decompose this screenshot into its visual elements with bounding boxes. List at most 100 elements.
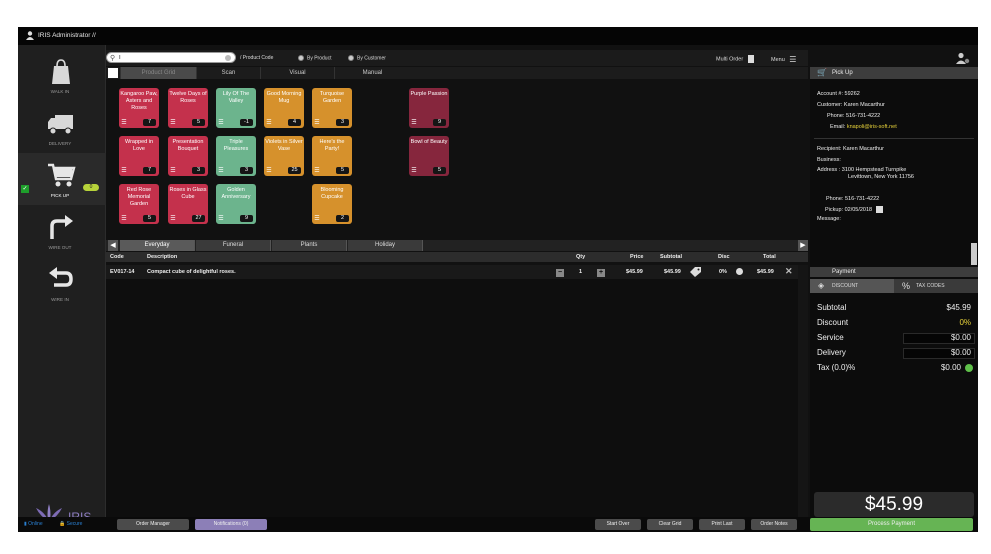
list-icon[interactable]: ☰: [218, 168, 224, 174]
tab-everyday[interactable]: Everyday: [120, 240, 195, 251]
list-icon[interactable]: ☰: [411, 120, 417, 126]
product-tile[interactable]: Triple Pleasures ☰ 3: [216, 136, 256, 176]
grand-total: $45.99: [814, 492, 974, 517]
menu-button[interactable]: Menu ☰: [771, 55, 796, 64]
list-icon[interactable]: ☰: [121, 216, 127, 222]
scroll-left-icon[interactable]: ◀: [108, 240, 118, 251]
tab-plants[interactable]: Plants: [272, 240, 347, 251]
secure-status: 🔒 Secure: [59, 521, 83, 527]
product-name: Roses in Glass Cube: [169, 187, 207, 200]
list-icon[interactable]: ☰: [314, 216, 320, 222]
app-window: IRIS Administrator // WALK IN DELIVERY ✓…: [18, 27, 978, 532]
search-mode-label: / Product Code: [240, 55, 274, 61]
col-disc: Disc: [718, 254, 730, 260]
nav-delivery[interactable]: DELIVERY: [18, 101, 106, 153]
by-product-radio[interactable]: By Product: [298, 55, 331, 61]
nav-wire-out[interactable]: WIRE OUT: [18, 205, 106, 257]
multi-order-label: Multi Order: [716, 56, 744, 63]
product-tile[interactable]: Twelve Days of Roses ☰ 5: [168, 88, 208, 128]
product-tile[interactable]: Here's the Party! ☰ 5: [312, 136, 352, 176]
list-icon[interactable]: ☰: [218, 120, 224, 126]
stock-count: 25: [288, 167, 301, 174]
list-icon[interactable]: ☰: [121, 120, 127, 126]
price-tag-icon[interactable]: [689, 267, 701, 277]
list-icon[interactable]: ☰: [314, 168, 320, 174]
calendar-icon[interactable]: [875, 206, 883, 213]
search-input[interactable]: [118, 53, 218, 62]
product-tile[interactable]: Presentation Bouquet ☰ 3: [168, 136, 208, 176]
nav-walk-in[interactable]: WALK IN: [18, 49, 106, 101]
right-panel: 🛒 Pick Up Account #: 59262 Customer: Kar…: [810, 67, 978, 517]
notifications-button[interactable]: Notifications (0): [195, 519, 267, 530]
print-last-button[interactable]: Print Last: [699, 519, 745, 530]
product-tile[interactable]: Golden Anniversary ☰ 9: [216, 184, 256, 224]
qty-decrease-button[interactable]: −: [556, 269, 564, 277]
product-tile[interactable]: Roses in Glass Cube ☰ 27: [168, 184, 208, 224]
tab-product-grid[interactable]: Product Grid: [120, 67, 196, 79]
wire-in-icon: [49, 267, 73, 287]
filter-toggle-icon[interactable]: [108, 68, 118, 78]
tab-holiday[interactable]: Holiday: [348, 240, 423, 251]
list-icon[interactable]: ☰: [170, 120, 176, 126]
discount-tab[interactable]: ◈ DISCOUNT: [810, 279, 894, 293]
list-icon[interactable]: ☰: [314, 120, 320, 126]
nav-pick-up-label: PICK UP: [50, 193, 70, 198]
list-icon[interactable]: ☰: [218, 216, 224, 222]
list-icon[interactable]: ☰: [266, 120, 272, 126]
discount-row: Discount 0%: [817, 318, 971, 327]
order-manager-button[interactable]: Order Manager: [117, 519, 189, 530]
address-line: Address : 3100 Hempstead Turnpike: [817, 167, 907, 173]
list-icon[interactable]: ☰: [266, 168, 272, 174]
tab-manual[interactable]: Manual: [334, 67, 410, 79]
list-icon[interactable]: ☰: [121, 168, 127, 174]
start-over-button[interactable]: Start Over: [595, 519, 641, 530]
signal-icon: ▮: [24, 521, 27, 527]
order-row[interactable]: EV017-14 Compact cube of delightful rose…: [106, 265, 808, 279]
product-tile[interactable]: Bowl of Beauty ☰ 5: [409, 136, 449, 176]
tab-visual[interactable]: Visual: [260, 67, 334, 79]
clear-search-icon[interactable]: [225, 55, 231, 61]
product-tile[interactable]: Violets in Silver Vase ☰ 25: [264, 136, 304, 176]
list-icon[interactable]: ☰: [170, 216, 176, 222]
product-tile[interactable]: Red Rose Memorial Garden ☰ 5: [119, 184, 159, 224]
nav-wire-out-label: WIRE OUT: [48, 245, 72, 250]
user-settings-icon[interactable]: [956, 52, 970, 64]
product-tile[interactable]: Lily Of The Valley ☰ -1: [216, 88, 256, 128]
product-tile[interactable]: Kangaroo Paw, Asters and Roses ☰ 7: [119, 88, 159, 128]
subtotal-row: Subtotal $45.99: [817, 303, 971, 312]
multi-order-button[interactable]: Multi Order: [716, 55, 754, 63]
search-field[interactable]: ⚲: [106, 52, 236, 63]
product-tile[interactable]: Purple Passion ☰ 9: [409, 88, 449, 128]
tax-codes-tab[interactable]: % TAX CODES: [894, 279, 978, 293]
tab-scan[interactable]: Scan: [196, 67, 260, 79]
product-tile[interactable]: Turquoise Garden ☰ 3: [312, 88, 352, 128]
bag-icon: [52, 59, 70, 84]
clear-grid-button[interactable]: Clear Grid: [647, 519, 693, 530]
scroll-right-icon[interactable]: ▶: [798, 240, 808, 251]
product-tile[interactable]: Good Morning Mug ☰ 4: [264, 88, 304, 128]
qty-increase-button[interactable]: +: [597, 269, 605, 277]
col-subtotal: Subtotal: [660, 254, 682, 260]
process-payment-button[interactable]: Process Payment: [810, 518, 973, 531]
order-scrollbar[interactable]: [798, 265, 808, 517]
list-icon[interactable]: ☰: [411, 168, 417, 174]
discount-info-icon[interactable]: [736, 268, 743, 275]
by-customer-radio[interactable]: By Customer: [348, 55, 386, 61]
list-icon[interactable]: ☰: [170, 168, 176, 174]
nav-wire-in[interactable]: WIRE IN: [18, 257, 106, 309]
info-scrollbar[interactable]: [971, 243, 977, 265]
remove-row-icon[interactable]: ✕: [785, 266, 793, 277]
tag-icon: ◈: [818, 281, 825, 290]
stock-count: 7: [143, 167, 156, 174]
product-tile[interactable]: Wrapped in Love ☰ 7: [119, 136, 159, 176]
product-name: Twelve Days of Roses: [169, 91, 207, 104]
email-link[interactable]: knapoli@iris-soft.net: [847, 124, 897, 130]
product-name: Wrapped in Love: [124, 139, 154, 152]
delivery-row: Delivery $0.00: [817, 348, 975, 360]
product-tile[interactable]: Blooming Cupcake ☰ 2: [312, 184, 352, 224]
recipient-phone-line: Phone: 516-731-4222: [826, 196, 880, 202]
row-total: $45.99: [757, 269, 774, 275]
order-notes-button[interactable]: Order Notes: [751, 519, 797, 530]
nav-pick-up[interactable]: ✓ PICK UP 0: [18, 153, 106, 205]
tab-funeral[interactable]: Funeral: [196, 240, 271, 251]
